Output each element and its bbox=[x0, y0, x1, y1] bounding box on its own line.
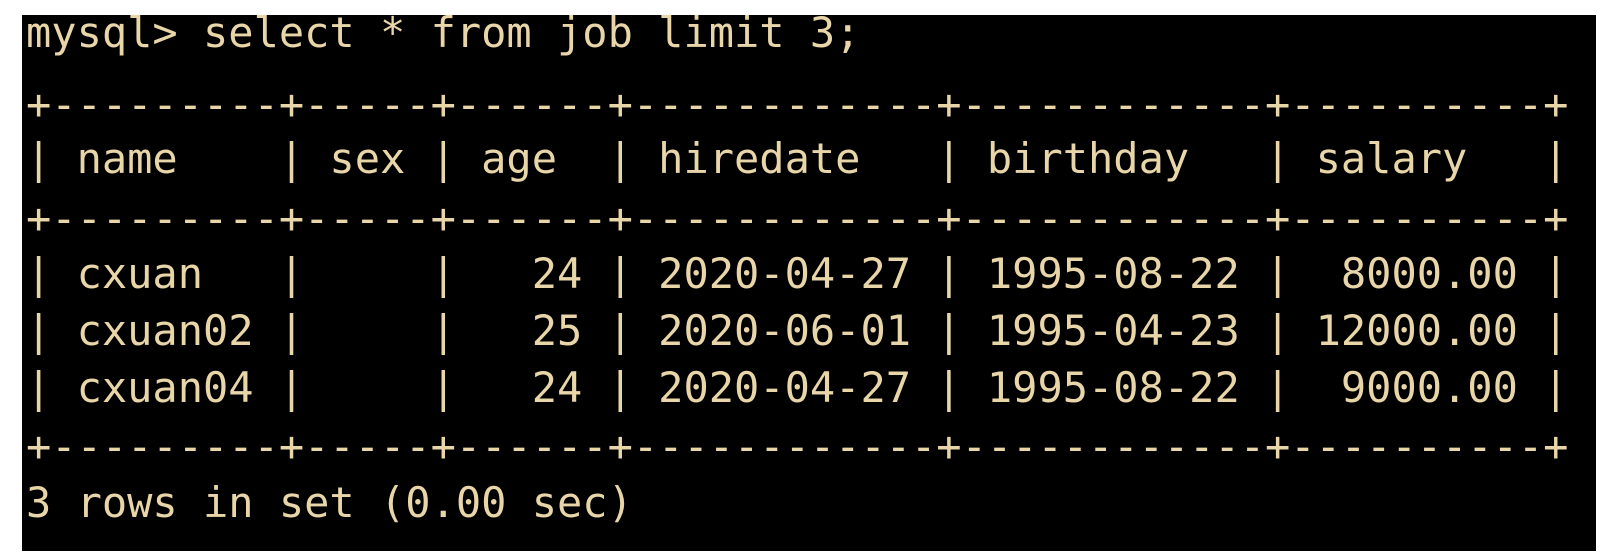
terminal-window[interactable]: mysql> select * from job limit 3; +-----… bbox=[22, 15, 1596, 551]
status-line: 3 rows in set (0.00 sec) bbox=[26, 478, 633, 527]
table-border-top: +---------+-----+------+------------+---… bbox=[26, 80, 1569, 129]
table-row: | cxuan02 | | 25 | 2020-06-01 | 1995-04-… bbox=[26, 306, 1569, 355]
table-row: | cxuan | | 24 | 2020-04-27 | 1995-08-22… bbox=[26, 249, 1569, 298]
table-border-bottom: +---------+-----+------+------------+---… bbox=[26, 422, 1569, 471]
sql-prompt-line: mysql> select * from job limit 3; bbox=[26, 15, 861, 57]
table-header-row: | name | sex | age | hiredate | birthday… bbox=[26, 134, 1569, 183]
table-row: | cxuan04 | | 24 | 2020-04-27 | 1995-08-… bbox=[26, 363, 1569, 412]
table-border-header: +---------+-----+------+------------+---… bbox=[26, 194, 1569, 243]
